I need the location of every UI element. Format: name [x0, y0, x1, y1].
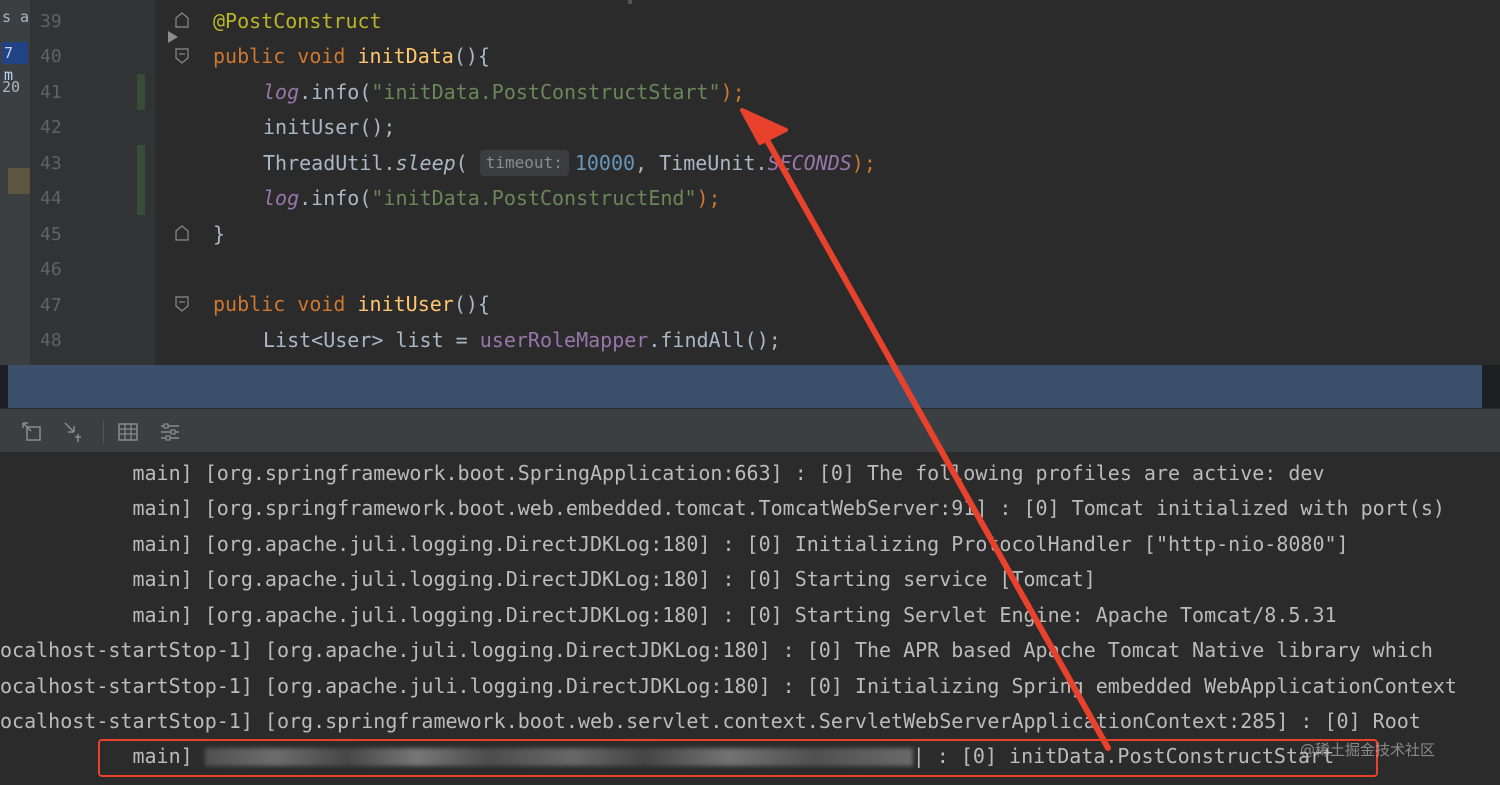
code-text: );	[720, 80, 745, 104]
log-line: ocalhost-startStop-1] [org.springframewo…	[0, 709, 1421, 733]
code-text: ThreadUtil.	[263, 151, 396, 175]
log-line: main] [org.springframework.boot.SpringAp…	[0, 461, 1325, 485]
panel-splitter[interactable]	[8, 365, 1482, 408]
strip-highlight-mark	[8, 168, 30, 194]
watermark: @稀土掘金技术社区	[1300, 741, 1436, 759]
code-line-47[interactable]: public void initUser(){	[213, 287, 490, 322]
fold-icon[interactable]	[175, 225, 189, 241]
method-name-token: initData	[357, 44, 454, 68]
log-line: ocalhost-startStop-1] [org.apache.juli.l…	[0, 638, 1433, 662]
code-text: (){	[453, 292, 490, 316]
line-number-gutter[interactable]: 39 40 41 42 43 44 45 46 47 48	[30, 0, 189, 365]
keyword-token: public	[213, 292, 286, 316]
code-text: (){	[453, 44, 490, 68]
line-number: 39	[40, 11, 62, 32]
static-method-token: sleep	[395, 151, 456, 175]
code-line-43[interactable]: ThreadUtil.sleep( timeout: 10000, TimeUni…	[263, 146, 876, 181]
annotation-token: @PostConstruct	[213, 9, 382, 33]
number-token: 10000	[574, 151, 636, 175]
code-text: .info(	[299, 80, 372, 104]
code-text: .info(	[299, 186, 372, 210]
strip-text-1: s a	[2, 8, 30, 26]
code-text: initUser();	[263, 115, 396, 139]
code-text: (	[455, 151, 468, 175]
fold-icon[interactable]	[175, 48, 189, 64]
field-token: log	[263, 80, 300, 104]
code-line-44[interactable]: log.info("initData.PostConstructEnd");	[263, 181, 721, 216]
fold-icon[interactable]	[175, 296, 189, 312]
line-number: 47	[40, 295, 62, 316]
toolbar-separator	[103, 421, 104, 443]
keyword-token: public	[213, 44, 286, 68]
code-line-48[interactable]: List<User> list = userRoleMapper.findAll…	[263, 323, 781, 358]
log-line: main] [org.apache.juli.logging.DirectJDK…	[0, 567, 1096, 591]
code-text: .findAll();	[648, 328, 781, 352]
code-editor[interactable]: s a 7 m 20 39 40 41 42 43 44 45 46 47 48…	[0, 0, 1500, 365]
code-line-45[interactable]: }	[213, 217, 225, 252]
keyword-token: void	[297, 44, 346, 68]
line-number: 48	[40, 330, 62, 351]
run-gutter-icon[interactable]	[168, 31, 178, 43]
code-line-41[interactable]: log.info("initData.PostConstructStart");	[263, 75, 745, 110]
project-panel-strip[interactable]: s a 7 m 20	[0, 0, 31, 365]
line-number: 41	[40, 82, 62, 103]
code-text: List<User> list =	[263, 328, 480, 352]
string-token: "initData.PostConstructStart"	[371, 80, 721, 104]
line-number: 46	[40, 259, 62, 280]
vcs-change-marker[interactable]	[137, 145, 145, 215]
fold-icon[interactable]	[175, 12, 189, 28]
code-line-39[interactable]: @PostConstruct	[213, 4, 382, 39]
keyword-token: void	[297, 292, 346, 316]
log-line: main] [org.springframework.boot.web.embe…	[0, 496, 1445, 520]
highlight-box	[98, 739, 1378, 777]
method-name-token: initUser	[357, 292, 454, 316]
log-line: main] [org.apache.juli.logging.DirectJDK…	[0, 532, 1349, 556]
restore-layout-icon[interactable]	[20, 420, 44, 444]
line-number: 42	[40, 117, 62, 138]
code-text: }	[213, 222, 226, 246]
enum-token: SECONDS	[767, 151, 852, 175]
pin-tab-icon[interactable]	[62, 420, 86, 444]
code-line-40[interactable]: public void initData(){	[213, 39, 490, 74]
line-number: 40	[40, 46, 62, 67]
code-text: );	[851, 151, 876, 175]
code-line-42[interactable]: initUser();	[263, 110, 395, 145]
strip-selected-item[interactable]: 7 m	[2, 42, 28, 84]
log-line: main] [org.apache.juli.logging.DirectJDK…	[0, 603, 1337, 627]
code-text: );	[696, 186, 721, 210]
console-toolbar	[0, 408, 1500, 453]
settings-list-icon[interactable]	[158, 420, 182, 444]
field-token: log	[263, 186, 300, 210]
parameter-hint: timeout:	[479, 150, 569, 176]
log-line: ocalhost-startStop-1] [org.apache.juli.l…	[0, 674, 1457, 698]
line-number: 43	[40, 153, 62, 174]
strip-text-3: 20	[2, 78, 21, 96]
code-text: , TimeUnit.	[635, 151, 768, 175]
field-token: userRoleMapper	[479, 328, 649, 352]
vcs-change-marker[interactable]	[137, 74, 145, 110]
line-number: 44	[40, 188, 62, 209]
string-token: "initData.PostConstructEnd"	[371, 186, 697, 210]
line-number: 45	[40, 224, 62, 245]
scroll-marker	[628, 0, 632, 4]
table-view-icon[interactable]	[116, 420, 140, 444]
console-output[interactable]: main] [org.springframework.boot.SpringAp…	[0, 453, 1500, 785]
